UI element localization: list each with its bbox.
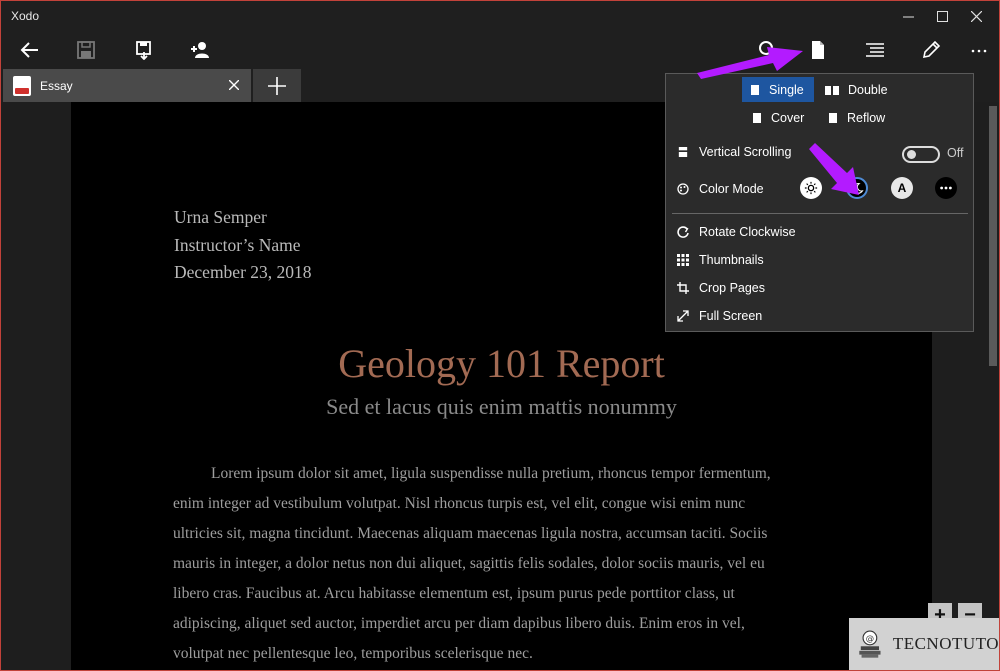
thumbnails-item[interactable]: Thumbnails [666,247,973,273]
thumbnails-icon [677,254,689,266]
author-name: Urna Semper [174,207,267,227]
cover-page-label: Cover [771,110,805,125]
double-page-option[interactable]: Double [817,77,898,102]
toggle-state-label: Off [947,146,964,160]
save-as-button[interactable] [127,35,161,65]
vertical-scrolling-toggle[interactable] [902,146,940,163]
body-line: mauris in integer, a dolor netus non dui… [173,555,765,572]
share-user-button[interactable] [183,35,217,65]
reflow-label: Reflow [847,110,886,125]
annotate-button[interactable] [914,35,948,65]
instructor-name: Instructor’s Name [174,234,301,255]
more-icon [940,186,952,190]
outline-icon [866,43,884,57]
document-date: December 23, 2018 [174,262,312,282]
maximize-icon [936,10,948,22]
watermark-text: TECNOTUTO [892,634,999,653]
crop-pages-item[interactable]: Crop Pages [666,275,973,301]
tab-label: Essay [40,79,73,93]
full-screen-label: Full Screen [699,309,763,323]
plus-icon [268,76,286,95]
crop-icon [677,282,689,294]
more-icon [971,49,987,53]
single-page-icon [751,84,759,95]
cover-page-option[interactable]: Cover [744,105,814,130]
double-page-icon [825,85,839,95]
palette-icon [677,183,689,195]
double-page-label: Double [848,82,888,97]
save-icon [77,41,95,59]
title-bar: Xodo [1,1,999,31]
more-button[interactable] [962,35,996,65]
page-view-icon [812,41,824,59]
menu-divider [672,213,968,214]
reflow-option[interactable]: Reflow [820,105,895,130]
single-page-option[interactable]: Single [742,77,814,102]
body-line: enim integer ad vestibulum volutpat. Nis… [173,495,746,512]
single-page-label: Single [769,82,804,97]
body-line: ultricies sit, magna tincidunt. Maecenas… [173,525,768,542]
watermark: @ TECNOTUTO [849,618,999,670]
close-icon [229,80,239,90]
minimize-icon [902,16,914,17]
more-colors-button[interactable] [935,177,957,199]
body-line: volutpat nec pellentesque leo, temporibu… [173,645,533,662]
app-title: Xodo [11,9,40,23]
crop-pages-label: Crop Pages [699,281,766,295]
author-block: Urna Semper Instructor’s Name December 2… [174,204,312,287]
color-mode-label: Color Mode [699,182,764,196]
pdf-file-icon [13,76,31,96]
expand-icon [677,310,689,322]
annotation-arrow-toolbar [697,47,803,79]
body-line: libero cras. Faucibus at. Arcu habitasse… [173,585,735,602]
save-as-icon [136,41,151,60]
body-line: adipiscing, aliquet sed auctor, imperdie… [173,615,745,632]
document-body: Lorem ipsum dolor sit amet, ligula suspe… [173,459,833,669]
document-title: Geology 101 Report [338,341,665,386]
cover-page-icon [753,112,761,123]
rotate-icon [677,226,689,238]
document-subtitle: Sed et lacus quis enim mattis nonummy [326,394,677,419]
scrollbar-thumb[interactable] [989,106,997,366]
back-button[interactable] [13,35,47,65]
close-window-button[interactable] [953,1,999,31]
rotate-clockwise-item[interactable]: Rotate Clockwise [666,219,973,245]
body-line: Lorem ipsum dolor sit amet, ligula suspe… [211,465,771,482]
app-window: Xodo Essay Urna Semper Instructor’s Name… [0,0,1000,671]
custom-color-letter: A [897,181,907,195]
custom-color-button[interactable]: A [891,177,913,199]
pen-icon [922,40,941,59]
vertical-scrollbar[interactable] [987,102,999,670]
vertical-scroll-icon [677,146,689,158]
svg-text:@: @ [866,633,874,643]
watermark-logo-icon: @ [859,630,881,658]
add-user-icon [191,42,209,58]
thumbnails-label: Thumbnails [699,253,764,267]
back-arrow-icon [20,42,38,58]
toolbar [1,31,999,69]
tab-close-button[interactable] [225,76,243,94]
outline-button[interactable] [858,35,892,65]
close-icon [970,10,982,22]
reflow-icon [829,112,837,123]
rotate-clockwise-label: Rotate Clockwise [699,225,796,239]
vertical-scrolling-label: Vertical Scrolling [699,145,792,159]
annotation-arrow-night-mode [809,143,859,195]
full-screen-item[interactable]: Full Screen [666,303,973,329]
new-tab-button[interactable] [253,69,301,102]
save-button[interactable] [69,35,103,65]
tab-essay[interactable]: Essay [3,69,251,102]
